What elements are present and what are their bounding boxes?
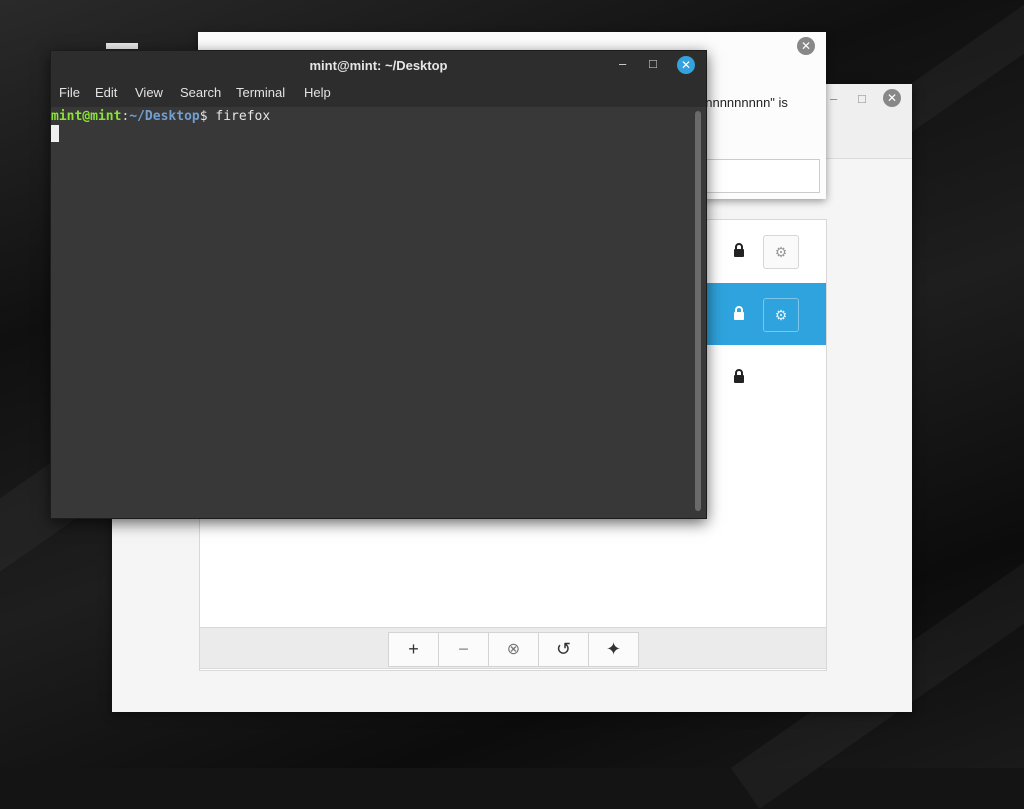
lock-icon <box>734 306 744 320</box>
list-toolbar: + − ⊗ ↺ ✦ <box>199 627 827 669</box>
add-button[interactable]: + <box>388 632 439 667</box>
terminal-minimize-button[interactable]: – <box>619 56 626 71</box>
terminal-menubar: File Edit View Search Terminal Help <box>51 83 706 107</box>
lock-icon <box>734 369 744 383</box>
dialog-message: nnnnnnnnnn" is <box>698 95 788 110</box>
window-edge <box>106 43 138 49</box>
terminal-close-button[interactable]: ✕ <box>677 56 695 74</box>
lock-icon <box>734 243 744 257</box>
undo-button[interactable]: ↺ <box>538 632 589 667</box>
terminal-scrollbar[interactable] <box>695 111 701 511</box>
terminal-title: mint@mint: ~/Desktop <box>309 58 448 73</box>
prompt-path: ~/Desktop <box>129 109 200 124</box>
menu-view[interactable]: View <box>135 85 163 100</box>
dialog-close-button[interactable]: ✕ <box>797 37 815 55</box>
star-button[interactable]: ✦ <box>588 632 639 667</box>
back-window-close-button[interactable]: ✕ <box>883 89 901 107</box>
settings-button[interactable]: ⚙ <box>763 235 799 269</box>
settings-button[interactable]: ⚙ <box>763 298 799 332</box>
shell-prompt-line: mint@mint:~/Desktop$ firefox <box>51 109 270 124</box>
terminal-titlebar[interactable]: mint@mint: ~/Desktop – □ ✕ <box>51 51 706 83</box>
terminal-window: mint@mint: ~/Desktop – □ ✕ File Edit Vie… <box>50 50 707 519</box>
prompt-dollar: $ <box>199 109 216 124</box>
menu-edit[interactable]: Edit <box>95 85 117 100</box>
back-window-minimize-button[interactable]: – <box>830 91 837 106</box>
clear-button[interactable]: ⊗ <box>488 632 539 667</box>
menu-search[interactable]: Search <box>180 85 221 100</box>
terminal-output[interactable]: mint@mint:~/Desktop$ firefox <box>51 107 706 518</box>
typed-command: firefox <box>215 109 271 124</box>
back-window-maximize-button[interactable]: □ <box>858 91 866 106</box>
prompt-user: mint@mint <box>51 109 122 124</box>
gear-icon: ⚙ <box>774 307 788 323</box>
terminal-maximize-button[interactable]: □ <box>649 56 657 71</box>
text-cursor <box>51 125 59 142</box>
gear-icon: ⚙ <box>774 244 788 260</box>
menu-help[interactable]: Help <box>304 85 331 100</box>
menu-terminal[interactable]: Terminal <box>236 85 285 100</box>
remove-button[interactable]: − <box>438 632 489 667</box>
menu-file[interactable]: File <box>59 85 80 100</box>
